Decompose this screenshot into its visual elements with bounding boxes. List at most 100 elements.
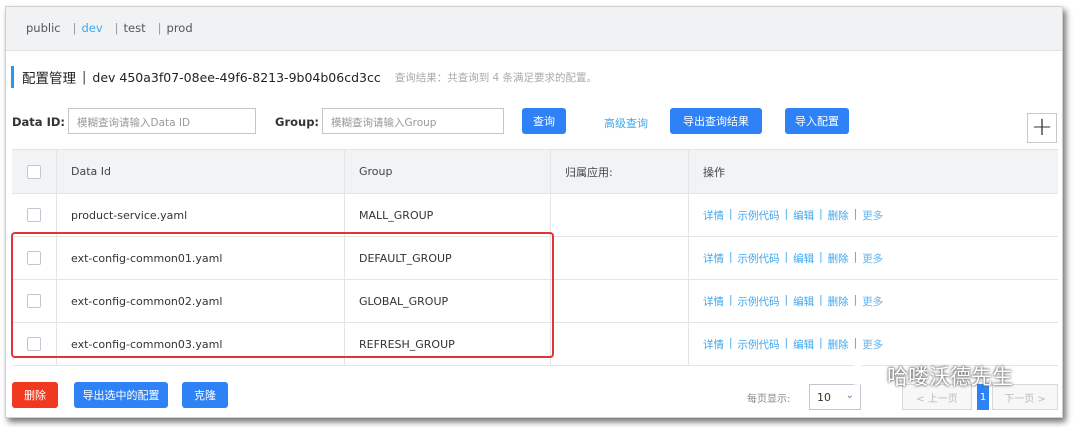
page-title: 配置管理 xyxy=(22,71,76,87)
cell-app xyxy=(551,194,689,236)
namespace-bar: public | dev | test | prod xyxy=(6,7,1062,51)
more-link[interactable]: 更多 xyxy=(862,251,883,266)
action-separator: | xyxy=(784,207,789,220)
namespace-dev[interactable]: dev xyxy=(81,21,102,35)
title-separator: | xyxy=(82,69,87,85)
edit-link[interactable]: 编辑 xyxy=(793,208,814,223)
table-row: product-service.yaml MALL_GROUP 详情 | 示例代码… xyxy=(12,194,1058,237)
group-input[interactable]: 模糊查询请输入Group xyxy=(322,108,504,134)
cell-actions: 详情 | 示例代码 | 编辑 | 删除 | 更多 xyxy=(689,237,1058,279)
more-link[interactable]: 更多 xyxy=(862,294,883,309)
export-selected-button[interactable]: 导出选中的配置 xyxy=(74,382,168,408)
row-actions: 详情 | 示例代码 | 编辑 | 删除 | 更多 xyxy=(703,294,883,309)
data-id-input[interactable]: 模糊查询请输入Data ID xyxy=(68,108,256,134)
import-config-button[interactable]: 导入配置 xyxy=(785,108,849,134)
row-checkbox[interactable] xyxy=(27,251,41,265)
namespace-id: dev 450a3f07-08ee-49f6-8213-9b04b06cd3cc xyxy=(92,69,381,85)
row-actions: 详情 | 示例代码 | 编辑 | 删除 | 更多 xyxy=(703,337,883,352)
action-separator: | xyxy=(819,250,823,263)
table-row: ext-config-common03.yaml REFRESH_GROUP 详… xyxy=(12,323,1058,366)
namespace-divider: | xyxy=(72,21,77,35)
cell-app xyxy=(551,323,689,365)
detail-link[interactable]: 详情 xyxy=(703,208,724,223)
column-header-actions: 操作 xyxy=(703,165,725,179)
column-header-group: Group xyxy=(345,150,551,193)
page-header: 配置管理 | dev 450a3f07-08ee-49f6-8213-9b04b… xyxy=(11,65,597,89)
row-select-cell xyxy=(12,194,57,236)
cell-group: REFRESH_GROUP xyxy=(345,323,551,365)
watermark-text: 哈喽沃德先生 xyxy=(887,365,1013,389)
sample-code-link[interactable]: 示例代码 xyxy=(738,208,780,223)
action-separator: | xyxy=(853,207,858,220)
table-row: ext-config-common01.yaml DEFAULT_GROUP 详… xyxy=(12,237,1058,280)
delete-link[interactable]: 删除 xyxy=(828,208,849,223)
detail-link[interactable]: 详情 xyxy=(703,251,724,266)
row-select-cell xyxy=(12,323,57,365)
sample-code-link[interactable]: 示例代码 xyxy=(738,337,780,352)
cell-group: GLOBAL_GROUP xyxy=(345,280,551,322)
edit-link[interactable]: 编辑 xyxy=(793,294,814,309)
page-size-value: 10 xyxy=(817,391,831,404)
watermark: 哈喽沃德先生 xyxy=(845,361,1013,391)
detail-link[interactable]: 详情 xyxy=(703,337,724,352)
namespace-test[interactable]: test xyxy=(124,21,146,35)
select-all-checkbox[interactable] xyxy=(27,164,41,179)
action-separator: | xyxy=(819,336,823,349)
cell-data-id: ext-config-common03.yaml xyxy=(57,323,345,365)
sample-code-link[interactable]: 示例代码 xyxy=(738,294,780,309)
delete-link[interactable]: 删除 xyxy=(828,294,849,309)
wechat-icon xyxy=(846,365,879,387)
cell-data-id: product-service.yaml xyxy=(57,194,345,236)
export-query-results-button[interactable]: 导出查询结果 xyxy=(670,108,762,134)
action-separator: | xyxy=(819,293,823,306)
action-separator: | xyxy=(784,250,789,263)
namespace-divider: | xyxy=(114,21,119,35)
column-header-app: 归属应用: xyxy=(551,150,689,193)
cell-actions: 详情 | 示例代码 | 编辑 | 删除 | 更多 xyxy=(689,323,1058,365)
action-separator: | xyxy=(729,207,733,220)
more-link[interactable]: 更多 xyxy=(862,337,883,352)
delete-link[interactable]: 删除 xyxy=(828,337,849,352)
action-separator: | xyxy=(819,207,823,220)
row-checkbox[interactable] xyxy=(27,337,41,351)
page-size-label: 每页显示: xyxy=(747,394,791,405)
chevron-down-icon: ⌄ xyxy=(845,390,854,401)
config-management-window: public | dev | test | prod 配置管理 | dev 45… xyxy=(5,6,1063,418)
namespace-list: public | dev | test | prod xyxy=(26,21,193,35)
action-separator: | xyxy=(853,250,858,263)
namespace-divider: | xyxy=(157,21,162,35)
delete-selected-button[interactable]: 删除 xyxy=(12,382,58,408)
group-label: Group: xyxy=(275,115,320,129)
row-select-cell xyxy=(12,237,57,279)
cell-actions: 详情 | 示例代码 | 编辑 | 删除 | 更多 xyxy=(689,194,1058,236)
row-actions: 详情 | 示例代码 | 编辑 | 删除 | 更多 xyxy=(703,208,883,223)
action-separator: | xyxy=(784,336,789,349)
detail-link[interactable]: 详情 xyxy=(703,294,724,309)
delete-link[interactable]: 删除 xyxy=(828,251,849,266)
query-button[interactable]: 查询 xyxy=(522,108,566,134)
edit-link[interactable]: 编辑 xyxy=(793,337,814,352)
more-link[interactable]: 更多 xyxy=(862,208,883,223)
search-bar: Data ID: 模糊查询请输入Data ID Group: 模糊查询请输入Gr… xyxy=(12,108,1057,143)
clone-button[interactable]: 克隆 xyxy=(182,382,228,408)
table-row: ext-config-common02.yaml GLOBAL_GROUP 详情… xyxy=(12,280,1058,323)
namespace-public[interactable]: public xyxy=(26,21,61,35)
cell-group: DEFAULT_GROUP xyxy=(345,237,551,279)
row-checkbox[interactable] xyxy=(27,208,41,222)
row-actions: 详情 | 示例代码 | 编辑 | 删除 | 更多 xyxy=(703,251,883,266)
advanced-query-link[interactable]: 高级查询 xyxy=(604,115,648,131)
select-all-cell xyxy=(12,150,57,193)
sample-code-link[interactable]: 示例代码 xyxy=(738,251,780,266)
add-config-button[interactable]: + xyxy=(1027,113,1057,143)
table-header-row: Data Id Group 归属应用: 操作 xyxy=(12,150,1058,194)
cell-data-id: ext-config-common02.yaml xyxy=(57,280,345,322)
action-separator: | xyxy=(853,293,858,306)
title-accent-bar xyxy=(11,66,14,88)
action-separator: | xyxy=(729,336,733,349)
row-checkbox[interactable] xyxy=(27,294,41,308)
row-select-cell xyxy=(12,280,57,322)
action-separator: | xyxy=(729,250,733,263)
cell-app xyxy=(551,280,689,322)
namespace-prod[interactable]: prod xyxy=(167,21,193,35)
edit-link[interactable]: 编辑 xyxy=(793,251,814,266)
